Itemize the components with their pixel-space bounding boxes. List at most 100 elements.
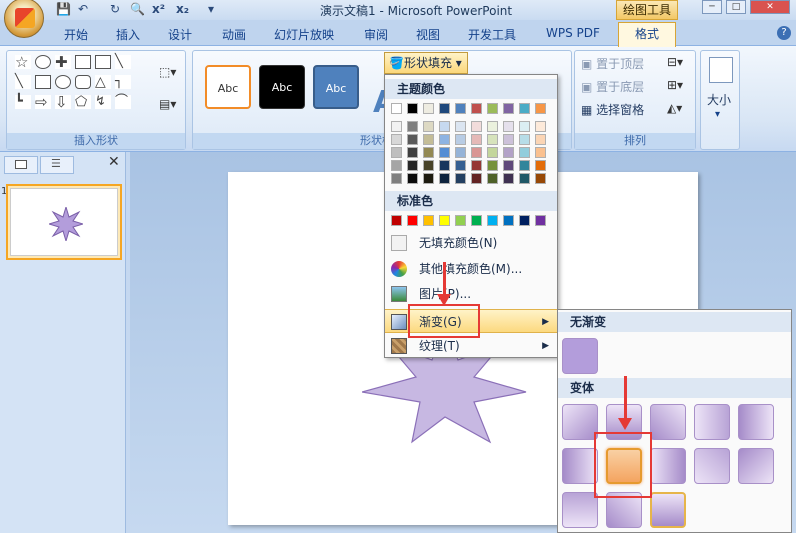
triangle-shape-icon[interactable]: △ [95,75,111,89]
rounded-rect-icon[interactable] [75,75,91,89]
standard-color-swatch[interactable] [423,215,434,226]
diagonal-line-icon[interactable]: ╲ [15,75,31,89]
tab-developer[interactable]: 开发工具 [468,26,516,44]
tab-insert[interactable]: 插入 [116,26,140,44]
send-back-button[interactable]: ▣ 置于底层 [581,78,644,95]
theme-shade-swatch[interactable] [535,160,546,171]
gradient-variant-tile[interactable] [650,492,686,528]
theme-shade-swatch[interactable] [407,121,418,132]
gradient-variant-tile[interactable] [650,448,686,484]
star-shape-icon[interactable]: ☆ [15,55,31,70]
gradient-variant-tile[interactable] [738,404,774,440]
theme-shade-swatch[interactable] [487,147,498,158]
theme-shade-swatch[interactable] [455,160,466,171]
subscript-button[interactable]: x₂ [176,2,189,18]
theme-shade-swatch[interactable] [391,160,402,171]
maximize-button[interactable]: □ [726,0,746,14]
theme-shade-swatch[interactable] [439,173,450,184]
tab-view[interactable]: 视图 [416,26,440,44]
theme-shade-swatch[interactable] [487,121,498,132]
theme-shade-swatch[interactable] [471,160,482,171]
theme-shade-swatch[interactable] [471,134,482,145]
group-icon[interactable]: ⊞▾ [667,78,683,92]
theme-shade-swatch[interactable] [503,121,514,132]
standard-color-swatch[interactable] [439,215,450,226]
align-icon[interactable]: ⊟▾ [667,55,683,69]
gradient-variant-tile[interactable] [562,448,598,484]
gradient-variant-tile[interactable] [562,492,598,528]
standard-color-swatch[interactable] [407,215,418,226]
minimize-button[interactable]: ─ [702,0,722,14]
standard-color-swatch[interactable] [391,215,402,226]
theme-swatch[interactable] [391,103,402,114]
theme-shade-swatch[interactable] [519,160,530,171]
vertical-textbox-icon[interactable] [95,55,111,69]
style-sample-orange[interactable]: Abc [205,65,251,109]
theme-shade-swatch[interactable] [407,173,418,184]
customize-qat-icon[interactable]: ▾ [208,2,214,18]
theme-shade-swatch[interactable] [471,147,482,158]
standard-color-swatch[interactable] [519,215,530,226]
theme-swatch[interactable] [455,103,466,114]
edit-shape-icon[interactable]: ⬚▾ [159,65,176,79]
theme-shade-swatch[interactable] [407,147,418,158]
theme-shade-swatch[interactable] [423,173,434,184]
theme-shade-swatch[interactable] [519,121,530,132]
help-icon[interactable]: ? [777,26,791,40]
theme-shade-swatch[interactable] [471,121,482,132]
size-dropdown-icon[interactable]: ▾ [715,109,720,120]
tab-review[interactable]: 审阅 [364,26,388,44]
theme-shade-swatch[interactable] [487,134,498,145]
textbox-shape-icon[interactable] [75,55,91,69]
shape-fill-button[interactable]: 🪣形状填充 ▾ [384,52,468,74]
theme-shade-swatch[interactable] [423,160,434,171]
tab-format[interactable]: 格式 [618,22,676,47]
circle-shape-icon[interactable] [35,55,51,69]
selection-pane-button[interactable]: ▦ 选择窗格 [581,101,644,118]
gradient-variant-tile[interactable] [562,404,598,440]
rectangle-shape-icon[interactable] [35,75,51,89]
more-colors-item[interactable]: 其他填充颜色(M)... [385,257,557,281]
theme-shade-swatch[interactable] [439,160,450,171]
connector-icon[interactable]: ┐ [115,75,131,89]
picture-item[interactable]: 图片(P)... [385,282,557,306]
style-sample-blue[interactable]: Abc [313,65,359,109]
theme-shade-swatch[interactable] [439,147,450,158]
standard-color-swatch[interactable] [455,215,466,226]
theme-swatch[interactable] [535,103,546,114]
panel-close-icon[interactable]: ✕ [108,154,120,170]
tab-home[interactable]: 开始 [64,26,88,44]
theme-shade-swatch[interactable] [535,147,546,158]
standard-color-swatch[interactable] [471,215,482,226]
superscript-button[interactable]: x² [152,2,165,18]
theme-shade-swatch[interactable] [471,173,482,184]
theme-swatch[interactable] [519,103,530,114]
theme-shade-swatch[interactable] [423,147,434,158]
no-fill-item[interactable]: 无填充颜色(N) [385,231,557,255]
bring-front-button[interactable]: ▣ 置于顶层 [581,55,644,72]
theme-shade-swatch[interactable] [407,134,418,145]
gradient-variant-tile[interactable] [738,448,774,484]
tab-slideshow[interactable]: 幻灯片放映 [274,26,334,44]
theme-shade-swatch[interactable] [423,134,434,145]
right-arrow-icon[interactable]: ⇨ [35,95,51,110]
theme-swatch[interactable] [487,103,498,114]
theme-shade-swatch[interactable] [439,121,450,132]
theme-shade-swatch[interactable] [407,160,418,171]
theme-shade-swatch[interactable] [487,160,498,171]
cross-shape-icon[interactable]: ✚ [55,55,71,70]
theme-shade-swatch[interactable] [535,173,546,184]
standard-color-swatch[interactable] [535,215,546,226]
theme-shade-swatch[interactable] [503,173,514,184]
theme-shade-swatch[interactable] [391,173,402,184]
slides-tab[interactable] [4,156,38,174]
line-shape-icon[interactable]: ╲ [115,55,131,69]
theme-shade-swatch[interactable] [391,147,402,158]
theme-shade-swatch[interactable] [503,160,514,171]
tab-design[interactable]: 设计 [168,26,192,44]
theme-shade-swatch[interactable] [391,121,402,132]
theme-shade-swatch[interactable] [503,134,514,145]
theme-shade-swatch[interactable] [519,147,530,158]
theme-shade-swatch[interactable] [455,121,466,132]
theme-shade-swatch[interactable] [455,173,466,184]
